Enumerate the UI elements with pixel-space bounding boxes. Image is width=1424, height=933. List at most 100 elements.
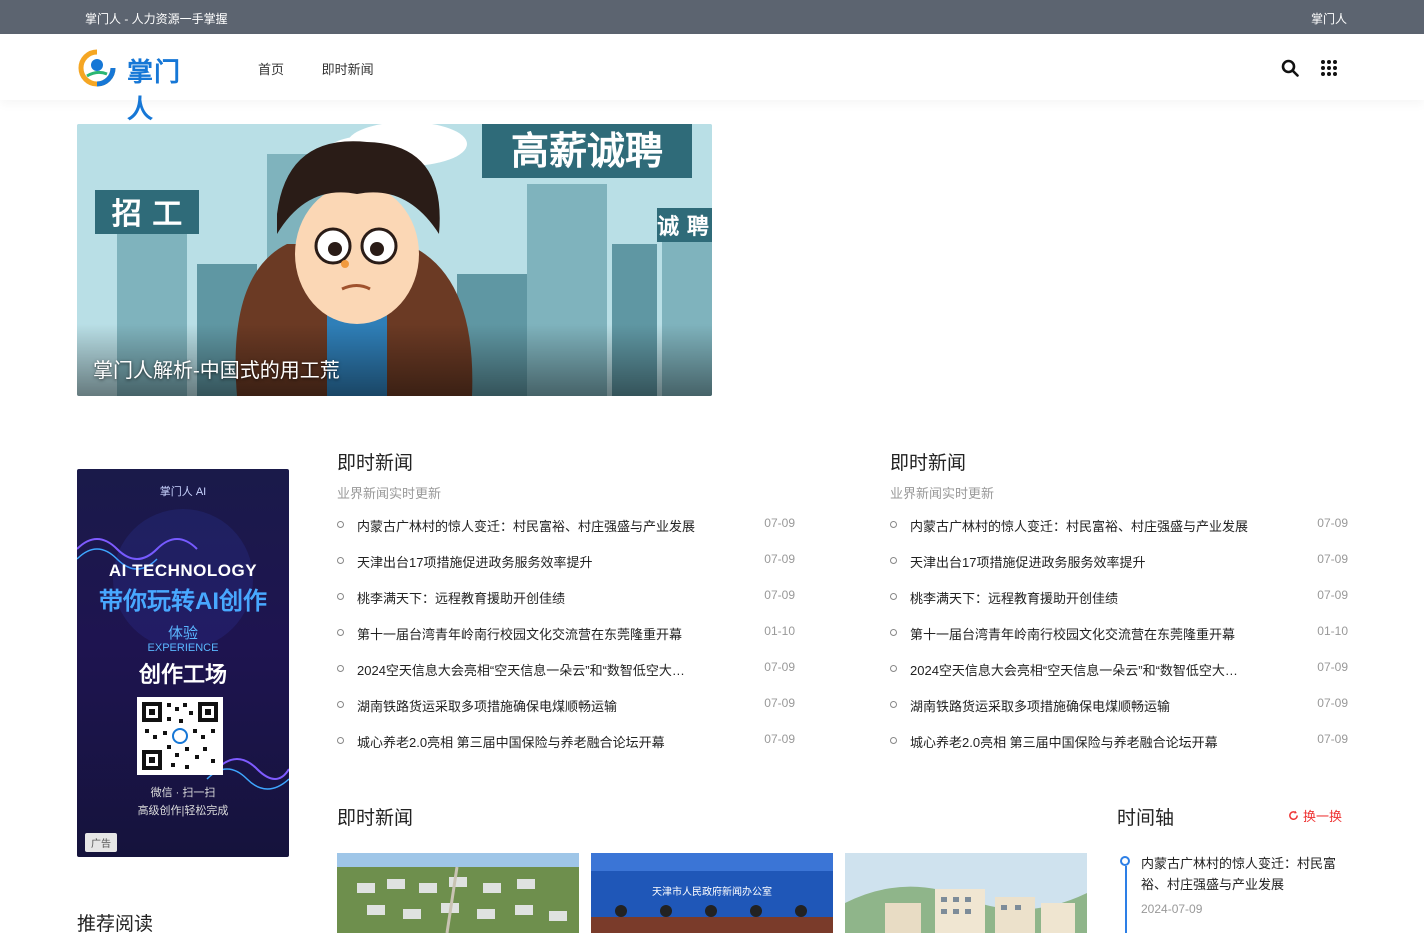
main-nav: 首页 即时新闻	[258, 59, 408, 78]
news-date: 07-09	[764, 552, 795, 566]
news-item[interactable]: 天津出台17项措施促进政务服务效率提升 07-09	[890, 552, 1348, 588]
news-item[interactable]: 内蒙古广林村的惊人变迁：村民富裕、村庄强盛与产业发展 07-09	[337, 516, 795, 552]
news-title[interactable]: 天津出台17项措施促进政务服务效率提升	[910, 552, 1292, 571]
press-conference-image: 天津市人民政府新闻办公室	[591, 853, 833, 933]
news-item[interactable]: 湖南铁路货运采取多项措施确保电煤顺畅运输 07-09	[890, 696, 1348, 732]
top-strip: 掌门人 - 人力资源一手掌握 掌门人	[0, 0, 1424, 34]
site-logo[interactable]: 掌门人	[77, 46, 192, 124]
news-date: 07-09	[764, 660, 795, 674]
news-title[interactable]: 内蒙古广林村的惊人变迁：村民富裕、村庄强盛与产业发展	[357, 516, 739, 535]
news-list: 内蒙古广林村的惊人变迁：村民富裕、村庄强盛与产业发展 07-09 天津出台17项措…	[337, 516, 795, 768]
section-title: 即时新闻	[337, 453, 414, 474]
bullet-icon	[337, 665, 344, 672]
recommend-title: 推荐阅读	[77, 914, 154, 933]
news-thumbnail[interactable]	[337, 853, 579, 933]
news-column-2: 即时新闻 业界新闻实时更新 内蒙古广林村的惊人变迁：村民富裕、村庄强盛与产业发展…	[890, 448, 1348, 768]
news-date: 07-09	[1317, 516, 1348, 530]
news-thumbnail[interactable]: 天津市人民政府新闻办公室	[591, 853, 833, 933]
news-date: 07-09	[764, 588, 795, 602]
ad-line-experience-cn: 体验	[167, 625, 198, 642]
news-item[interactable]: 桃李满天下：远程教育援助开创佳绩 07-09	[890, 588, 1348, 624]
news-date: 07-09	[764, 732, 795, 746]
banner-sign-left: 招 工	[112, 197, 182, 232]
news-thumbnail[interactable]	[845, 853, 1087, 933]
timeline-dot-icon	[1120, 856, 1130, 866]
search-icon[interactable]	[1281, 59, 1299, 77]
bullet-icon	[890, 629, 897, 636]
bullet-icon	[890, 665, 897, 672]
news-item[interactable]: 第十一届台湾青年岭南行校园文化交流营在东莞隆重开幕 01-10	[337, 624, 795, 660]
featured-banner[interactable]: 招 工 高薪诚聘 诚 聘 掌门人解析-中国式的用工荒	[77, 124, 712, 396]
news-title[interactable]: 第十一届台湾青年岭南行校园文化交流营在东莞隆重开幕	[910, 624, 1292, 643]
nav-home[interactable]: 首页	[258, 62, 284, 77]
news-date: 07-09	[1317, 732, 1348, 746]
nav-news[interactable]: 即时新闻	[322, 62, 374, 77]
news-date: 01-10	[1317, 624, 1348, 638]
news-item[interactable]: 第十一届台湾青年岭南行校园文化交流营在东莞隆重开幕 01-10	[890, 624, 1348, 660]
news-date: 07-09	[1317, 696, 1348, 710]
news-item[interactable]: 城心养老2.0亮相 第三届中国保险与养老融合论坛开幕 07-09	[890, 732, 1348, 768]
logo-mark-icon	[78, 49, 116, 87]
ad-badge: 广告	[85, 833, 117, 852]
bullet-icon	[890, 701, 897, 708]
ad-scan-hint: 微信 · 扫一扫	[150, 787, 216, 799]
ad-panel[interactable]: 掌门人 AI AI TECHNOLOGY 带你玩转AI创作 体验 EXPERIE…	[77, 469, 289, 857]
news-date: 07-09	[764, 696, 795, 710]
ad-headline-en: AI TECHNOLOGY	[108, 561, 258, 580]
news-item[interactable]: 城心养老2.0亮相 第三届中国保险与养老融合论坛开幕 07-09	[337, 732, 795, 768]
section-title: 即时新闻	[890, 453, 967, 474]
banner-sign-top: 高薪诚聘	[511, 129, 663, 173]
news-item[interactable]: 天津出台17项措施促进政务服务效率提升 07-09	[337, 552, 795, 588]
news-item[interactable]: 内蒙古广林村的惊人变迁：村民富裕、村庄强盛与产业发展 07-09	[890, 516, 1348, 552]
village-aerial-image	[337, 853, 579, 933]
news-date: 07-09	[1317, 588, 1348, 602]
news-date: 01-10	[764, 624, 795, 638]
ad-line-workshop: 创作工场	[138, 662, 227, 687]
refresh-button[interactable]: 换一换	[1288, 806, 1342, 825]
top-brand-link[interactable]: 掌门人	[1311, 10, 1347, 27]
residential-buildings-image	[845, 853, 1087, 933]
refresh-icon	[1289, 810, 1298, 820]
bullet-icon	[890, 593, 897, 600]
grid-menu-icon[interactable]	[1320, 59, 1338, 77]
news-title[interactable]: 内蒙古广林村的惊人变迁：村民富裕、村庄强盛与产业发展	[910, 516, 1292, 535]
timeline-item-date: 2024-07-09	[1141, 902, 1203, 916]
news-item[interactable]: 2024空天信息大会亮相“空天信息一朵云”和“数智低空大… 07-09	[337, 660, 795, 696]
news-title[interactable]: 天津出台17项措施促进政务服务效率提升	[357, 552, 739, 571]
news-title[interactable]: 城心养老2.0亮相 第三届中国保险与养老融合论坛开幕	[910, 732, 1292, 751]
bullet-icon	[337, 701, 344, 708]
news-title[interactable]: 2024空天信息大会亮相“空天信息一朵云”和“数智低空大…	[357, 660, 739, 679]
news-item[interactable]: 桃李满天下：远程教育援助开创佳绩 07-09	[337, 588, 795, 624]
news-title[interactable]: 湖南铁路货运采取多项措施确保电煤顺畅运输	[910, 696, 1292, 715]
news-title[interactable]: 城心养老2.0亮相 第三届中国保险与养老融合论坛开幕	[357, 732, 739, 751]
section-subtitle: 业界新闻实时更新	[890, 486, 995, 501]
bullet-icon	[890, 737, 897, 744]
qr-code-icon	[137, 697, 223, 775]
news-item[interactable]: 2024空天信息大会亮相“空天信息一朵云”和“数智低空大… 07-09	[890, 660, 1348, 696]
news-list: 内蒙古广林村的惊人变迁：村民富裕、村庄强盛与产业发展 07-09 天津出台17项措…	[890, 516, 1348, 768]
bullet-icon	[337, 629, 344, 636]
news-item[interactable]: 湖南铁路货运采取多项措施确保电煤顺畅运输 07-09	[337, 696, 795, 732]
news-title[interactable]: 湖南铁路货运采取多项措施确保电煤顺畅运输	[357, 696, 739, 715]
timeline-line	[1125, 866, 1127, 933]
site-header: 掌门人 首页 即时新闻	[0, 34, 1424, 124]
banner-sign-right: 诚 聘	[657, 214, 709, 240]
bullet-icon	[890, 521, 897, 528]
ad-tagline: 高级创作|轻松完成	[137, 805, 229, 817]
news-title[interactable]: 桃李满天下：远程教育援助开创佳绩	[910, 588, 1292, 607]
news-title[interactable]: 桃李满天下：远程教育援助开创佳绩	[357, 588, 739, 607]
timeline-item-title[interactable]: 内蒙古广林村的惊人变迁：村民富裕、村庄强盛与产业发展	[1141, 853, 1346, 895]
news-title[interactable]: 第十一届台湾青年岭南行校园文化交流营在东莞隆重开幕	[357, 624, 739, 643]
bottom-news-title: 即时新闻	[337, 808, 414, 829]
news-date: 07-09	[1317, 552, 1348, 566]
section-subtitle: 业界新闻实时更新	[337, 486, 442, 501]
bullet-icon	[337, 521, 344, 528]
bullet-icon	[337, 737, 344, 744]
timeline-title: 时间轴	[1117, 808, 1175, 829]
ad-brand: 掌门人 AI	[159, 486, 207, 498]
bullet-icon	[337, 557, 344, 564]
news-title[interactable]: 2024空天信息大会亮相“空天信息一朵云”和“数智低空大…	[910, 660, 1292, 679]
banner-caption[interactable]: 掌门人解析-中国式的用工荒	[93, 354, 340, 383]
logo-text: 掌门人	[127, 57, 182, 124]
bullet-icon	[337, 593, 344, 600]
